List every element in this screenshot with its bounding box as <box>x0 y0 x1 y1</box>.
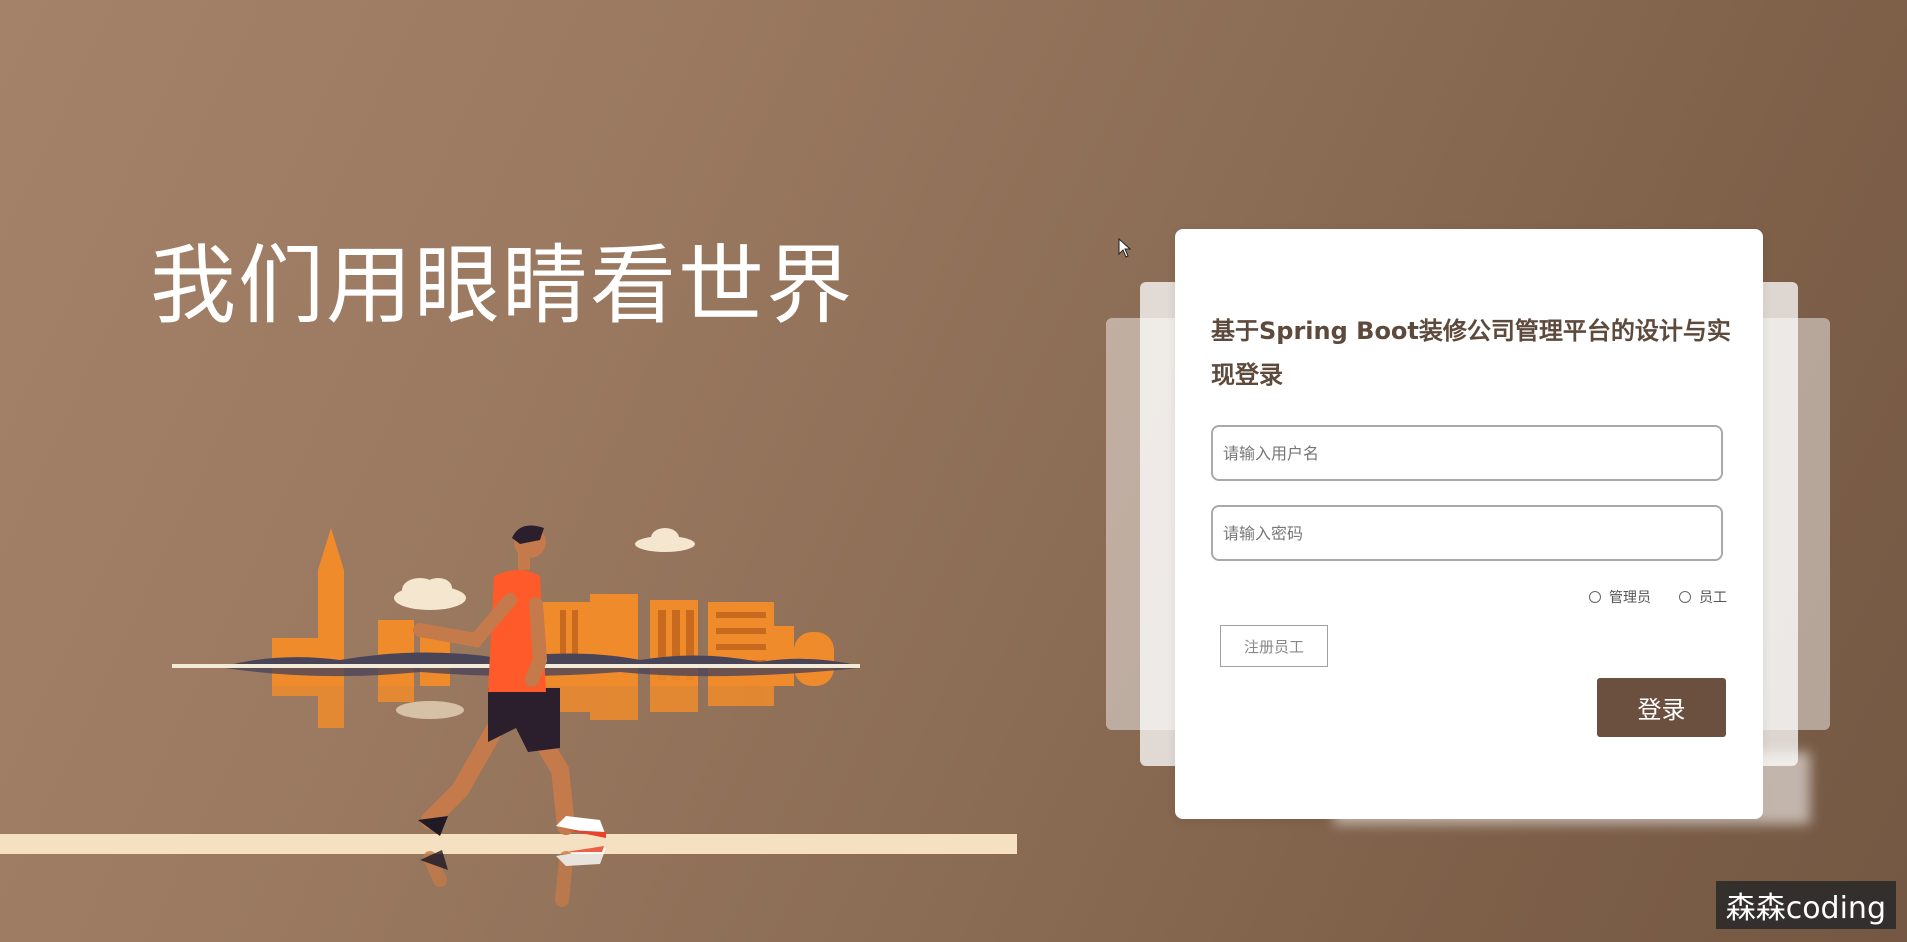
radio-icon[interactable] <box>1589 591 1601 603</box>
login-card: 基于Spring Boot装修公司管理平台的设计与实现登录 管理员 员工 注册员… <box>1175 229 1763 819</box>
radio-icon[interactable] <box>1679 591 1691 603</box>
role-label-staff: 员工 <box>1699 590 1727 606</box>
password-input[interactable] <box>1211 505 1723 561</box>
watermark-label: 森森coding <box>1715 881 1896 929</box>
role-option-staff[interactable]: 员工 <box>1679 587 1727 607</box>
register-staff-button[interactable]: 注册员工 <box>1220 625 1328 667</box>
runner-city-illustration <box>0 525 1017 907</box>
login-title: 基于Spring Boot装修公司管理平台的设计与实现登录 <box>1211 317 1731 389</box>
role-option-admin[interactable]: 管理员 <box>1589 587 1651 607</box>
page-background: 我们用眼睛看世界 基于Spring Boot装修公司管理平台的设计与实现登录 请… <box>0 0 1907 942</box>
hero-slogan: 我们用眼睛看世界 <box>150 236 854 336</box>
login-button[interactable]: 登录 <box>1597 678 1726 737</box>
role-radio-group: 管理员 员工 <box>1589 587 1727 607</box>
role-label-admin: 管理员 <box>1609 590 1651 606</box>
cloud-icon <box>394 578 466 610</box>
username-input[interactable] <box>1211 425 1723 481</box>
mouse-cursor-icon <box>1118 238 1132 258</box>
blurred-overlay <box>1334 752 1810 824</box>
